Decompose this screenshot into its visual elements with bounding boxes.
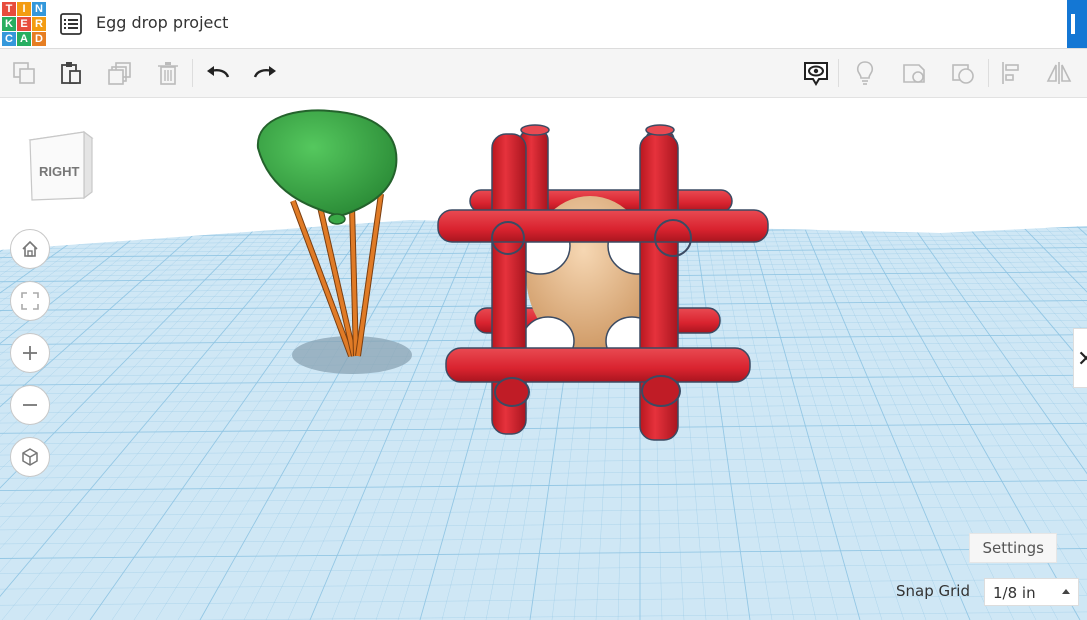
plus-icon <box>23 346 37 360</box>
fit-all-button[interactable] <box>10 281 50 321</box>
header: T I N K E R C A D Egg drop project <box>0 0 1087 49</box>
settings-button[interactable]: Settings <box>969 533 1057 563</box>
paste-icon <box>61 62 81 84</box>
undo-icon <box>207 66 230 78</box>
design-list-button[interactable] <box>59 12 83 36</box>
3d-scene[interactable] <box>0 98 1087 620</box>
copy-button[interactable] <box>10 59 38 87</box>
duplicate-icon <box>108 62 131 85</box>
toolbar-divider <box>192 59 193 87</box>
logo-letter: R <box>32 17 46 31</box>
toolbar-divider <box>988 59 989 87</box>
home-view-button[interactable] <box>10 229 50 269</box>
snap-grid-value: 1/8 in <box>993 584 1036 602</box>
note-icon <box>903 64 925 83</box>
align-icon <box>1002 62 1019 84</box>
mirror-icon <box>1046 62 1072 84</box>
redo-icon <box>253 66 276 78</box>
zoom-in-button[interactable] <box>10 333 50 373</box>
copy-icon <box>13 62 35 84</box>
logo-letter: I <box>17 2 31 16</box>
fit-icon <box>21 292 39 310</box>
duplicate-button[interactable] <box>106 59 134 87</box>
logo-letter: N <box>32 2 46 16</box>
shape-icon <box>952 64 974 84</box>
logo-letter: K <box>2 17 16 31</box>
account-tab[interactable] <box>1067 0 1087 48</box>
minus-icon <box>23 404 37 406</box>
toolbar-divider <box>838 59 839 87</box>
shape-button[interactable] <box>949 59 977 87</box>
caret-up-icon <box>1062 589 1070 594</box>
trash-icon <box>158 62 178 85</box>
zoom-out-button[interactable] <box>10 385 50 425</box>
align-button[interactable] <box>998 59 1026 87</box>
perspective-toggle-button[interactable] <box>10 437 50 477</box>
logo-letter: A <box>17 32 31 46</box>
snap-grid-select[interactable]: 1/8 in <box>984 578 1079 606</box>
home-icon <box>22 240 38 257</box>
logo-letter: C <box>2 32 16 46</box>
mirror-button[interactable] <box>1045 59 1073 87</box>
close-icon: ✕ <box>1077 346 1087 371</box>
note-button[interactable] <box>900 59 928 87</box>
shapes-panel-toggle[interactable]: ✕ <box>1073 328 1087 388</box>
speech-eye-icon <box>804 62 828 86</box>
undo-button[interactable] <box>204 59 232 87</box>
lightbulb-icon <box>856 61 874 85</box>
project-title[interactable]: Egg drop project <box>96 13 228 32</box>
snap-grid-label: Snap Grid <box>896 582 970 600</box>
lightbulb-button[interactable] <box>851 59 879 87</box>
redo-button[interactable] <box>251 59 279 87</box>
show-notes-button[interactable] <box>802 59 830 87</box>
list-icon <box>60 13 82 35</box>
logo-letter: E <box>17 17 31 31</box>
view-cube[interactable]: RIGHT <box>24 126 98 202</box>
paste-button[interactable] <box>57 59 85 87</box>
workplane-viewport[interactable]: RIGHT Settings Snap Grid 1/8 in ✕ <box>0 98 1087 620</box>
logo-letter: D <box>32 32 46 46</box>
logo-letter: T <box>2 2 16 16</box>
view-cube-face-label: RIGHT <box>39 164 80 179</box>
cube-icon <box>22 448 38 466</box>
toolbar <box>0 49 1087 98</box>
tinkercad-logo[interactable]: T I N K E R C A D <box>2 2 46 46</box>
delete-button[interactable] <box>154 59 182 87</box>
